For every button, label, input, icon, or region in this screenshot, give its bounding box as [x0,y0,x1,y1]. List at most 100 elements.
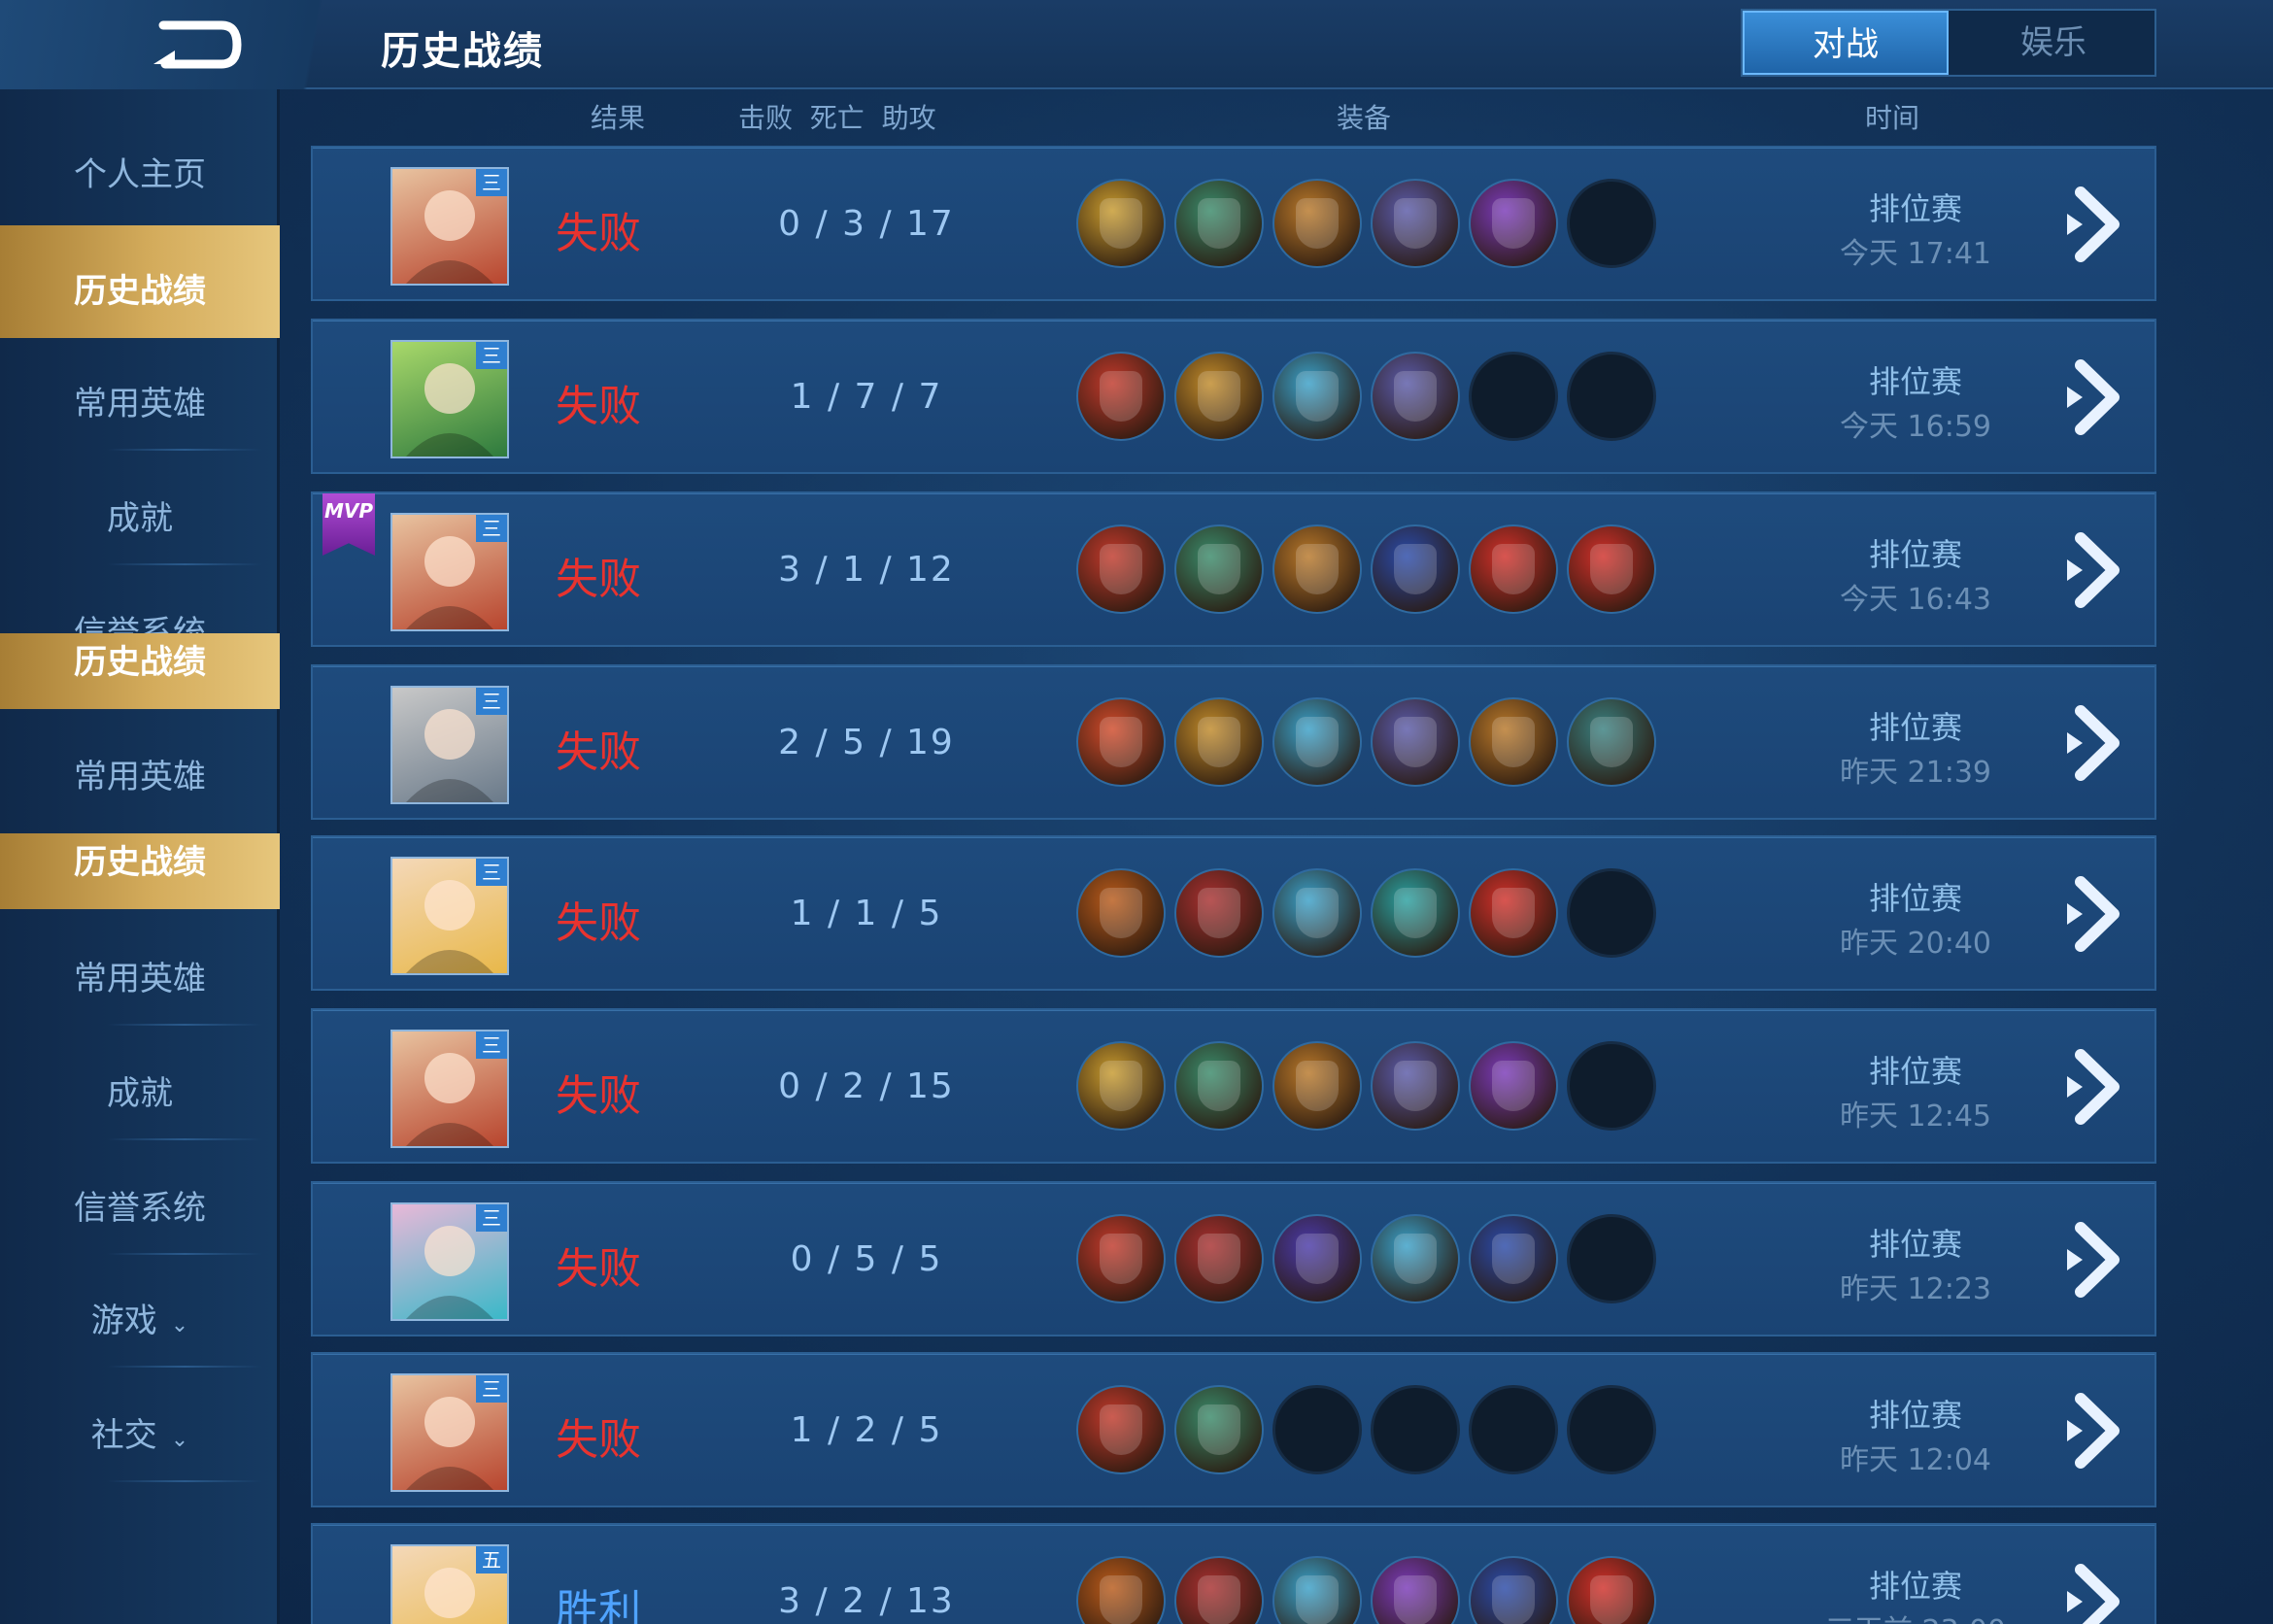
equipment-item-icon[interactable] [1076,352,1166,441]
match-result: 失败 [556,382,641,431]
match-time: 昨天 12:45 [1840,1100,1991,1133]
equipment-item-icon[interactable] [1469,1041,1558,1131]
empty-item-slot [1567,868,1656,958]
kda-stats: 0 / 2 / 15 [778,1066,955,1106]
equipment-item-icon[interactable] [1174,1214,1264,1303]
equipment-item-icon[interactable] [1469,868,1558,958]
back-arrow-icon[interactable] [146,16,243,74]
equipment-item-icon[interactable] [1272,524,1362,614]
sidebar-item-history-dup[interactable]: 历史战绩 [0,633,280,709]
chevron-right-icon[interactable] [2061,186,2129,262]
chevron-right-icon[interactable] [2061,876,2129,952]
hero-avatar-wrap: 三 [390,513,509,631]
equipment-item-icon[interactable] [1469,1214,1558,1303]
equipment-item-icon[interactable] [1076,179,1166,268]
equipment-item-icon[interactable] [1076,1385,1166,1474]
chevron-right-icon[interactable] [2061,1222,2129,1298]
equipment-item-icon[interactable] [1076,697,1166,787]
equipment-item-icon[interactable] [1272,868,1362,958]
sidebar-item-achievements[interactable]: 成就 [0,453,280,565]
equipment-item-icon[interactable] [1272,179,1362,268]
chevron-right-icon[interactable] [2061,359,2129,435]
match-row[interactable]: 三失败 0 / 2 / 15 排位赛 昨天 12:45 [311,1008,2156,1164]
equipment-item-icon[interactable] [1272,1556,1362,1624]
equipment-item-icon[interactable] [1469,697,1558,787]
match-row[interactable]: 三 MVP 失败 3 / 1 / 12 排位赛 今天 16:43 [311,491,2156,647]
equipment-item-icon[interactable] [1371,352,1460,441]
sidebar-item-social[interactable]: 社交 ⌄ [0,1370,280,1482]
equipment-item-icon[interactable] [1272,1041,1362,1131]
equipment-item-icon[interactable] [1567,1556,1656,1624]
chevron-right-icon[interactable] [2061,1393,2129,1469]
equipment-item-icon[interactable] [1174,179,1264,268]
equipment-item-icon[interactable] [1469,524,1558,614]
equipment-item-icon[interactable] [1371,524,1460,614]
equipment-item-icon[interactable] [1174,697,1264,787]
equipment-item-icon[interactable] [1272,352,1362,441]
chevron-right-icon[interactable] [2061,1564,2129,1624]
sidebar-item-history-dup2[interactable]: 历史战绩 [0,833,280,909]
sidebar-item-label: 信誉系统 [74,1189,206,1228]
mvp-badge: MVP [322,493,375,556]
match-row[interactable]: 三失败 1 / 7 / 7 排位赛 今天 16:59 [311,319,2156,474]
equipment-item-icon[interactable] [1272,1214,1362,1303]
sidebar-item-history[interactable]: 历史战绩 [0,225,280,338]
equipment-item-icon[interactable] [1076,868,1166,958]
match-type: 排位赛 [1868,1226,1962,1263]
match-row[interactable]: 三失败 1 / 2 / 5 排位赛 昨天 12:04 [311,1352,2156,1507]
column-header-kda: 击败 死亡 助攻 [738,102,936,134]
match-row[interactable]: 三失败 2 / 5 / 19 排位赛 昨天 21:39 [311,664,2156,820]
equipment-item-icon[interactable] [1469,1556,1558,1624]
equipment-item-icon[interactable] [1076,524,1166,614]
equipment-item-icon[interactable] [1371,1556,1460,1624]
equipment-item-icon[interactable] [1174,1556,1264,1624]
divider [107,449,262,451]
equipment-item-icon[interactable] [1371,697,1460,787]
sidebar-item-credit-dup[interactable]: 信誉系统 [0,1142,280,1255]
equipment-item-icon[interactable] [1567,524,1656,614]
equipment-item-icon[interactable] [1076,1556,1166,1624]
equipment-item-icon[interactable] [1371,868,1460,958]
chevron-right-icon[interactable] [2061,705,2129,781]
equipment-item-icon[interactable] [1272,697,1362,787]
equipment-item-icon[interactable] [1371,179,1460,268]
match-type: 排位赛 [1868,709,1962,746]
sidebar-item-heroes[interactable]: 常用英雄 [0,338,280,451]
equipment-item-icon[interactable] [1174,1385,1264,1474]
chevron-right-icon[interactable] [2061,1049,2129,1125]
equipment-item-icon[interactable] [1469,179,1558,268]
mode-switch: 对战 娱乐 [1741,9,2156,77]
hero-avatar-wrap: 三 [390,1030,509,1148]
hero-avatar-wrap: 三 [390,1202,509,1321]
tab-battle[interactable]: 对战 [1743,11,1949,75]
sidebar-item-credit[interactable]: 信誉系统 [0,567,280,653]
equipment-item-icon[interactable] [1371,1214,1460,1303]
equipment-item-icon[interactable] [1174,868,1264,958]
sidebar-item-label: 常用英雄 [74,960,206,998]
equipment-item-icon[interactable] [1567,697,1656,787]
kda-stats: 2 / 5 / 19 [778,723,955,762]
hero-level-badge: 三 [476,1204,507,1232]
equipment-item-icon[interactable] [1174,524,1264,614]
equipment-item-icon[interactable] [1174,1041,1264,1131]
chevron-right-icon[interactable] [2061,532,2129,608]
chevron-down-icon: ⌄ [170,1428,189,1452]
sidebar-item-heroes-dup[interactable]: 常用英雄 [0,711,280,824]
sidebar-item-game[interactable]: 游戏 ⌄ [0,1255,280,1368]
match-row[interactable]: 五胜利 3 / 2 / 13 排位赛三天前 23:00 [311,1523,2156,1624]
equipment-item-icon[interactable] [1076,1214,1166,1303]
sidebar-item-achievements-dup[interactable]: 成就 [0,1028,280,1140]
match-row[interactable]: 三失败 0 / 3 / 17 排位赛 今天 17:41 [311,146,2156,301]
kda-stats: 1 / 2 / 5 [790,1410,943,1450]
match-row[interactable]: 三失败 1 / 1 / 5 排位赛 昨天 20:40 [311,835,2156,991]
sidebar-item-label: 历史战绩 [74,272,206,311]
match-type: 排位赛 [1868,1053,1962,1090]
tab-entertainment[interactable]: 娱乐 [1951,11,2156,75]
sidebar-item-profile[interactable]: 个人主页 [0,109,280,221]
match-row[interactable]: 三失败 0 / 5 / 5 排位赛 昨天 12:23 [311,1181,2156,1336]
equipment-item-icon[interactable] [1076,1041,1166,1131]
equipment-item-icon[interactable] [1174,352,1264,441]
sidebar-item-heroes-dup2[interactable]: 常用英雄 [0,913,280,1026]
match-result: 失败 [556,555,641,604]
equipment-item-icon[interactable] [1371,1041,1460,1131]
